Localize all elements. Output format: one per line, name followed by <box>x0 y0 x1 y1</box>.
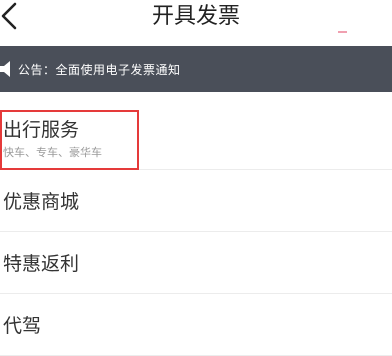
status-mark <box>338 31 347 33</box>
menu-item-mall[interactable]: 优惠商城 <box>0 170 392 232</box>
notice-text: 公告：全面使用电子发票通知 <box>18 62 181 77</box>
page-title: 开具发票 <box>151 4 240 29</box>
notice-bar[interactable]: 公告：全面使用电子发票通知 <box>0 46 392 92</box>
speaker-icon <box>0 60 14 78</box>
menu-item-rebate[interactable]: 特惠返利 <box>0 232 392 294</box>
menu-item-subtitle: 快车、专车、豪华车 <box>3 146 102 159</box>
nav-bar: 开具发票 <box>0 0 392 46</box>
menu-item-label: 出行服务 <box>3 119 80 141</box>
section-gap <box>0 92 392 106</box>
menu-item-driver[interactable]: 代驾 <box>0 294 392 356</box>
menu-item-travel[interactable]: 出行服务 快车、专车、豪华车 <box>0 106 392 170</box>
menu-item-label: 代驾 <box>3 315 42 337</box>
menu-item-label: 优惠商城 <box>3 191 80 213</box>
menu-item-label: 特惠返利 <box>3 253 80 275</box>
invoice-menu: 出行服务 快车、专车、豪华车 优惠商城 特惠返利 代驾 <box>0 106 392 356</box>
